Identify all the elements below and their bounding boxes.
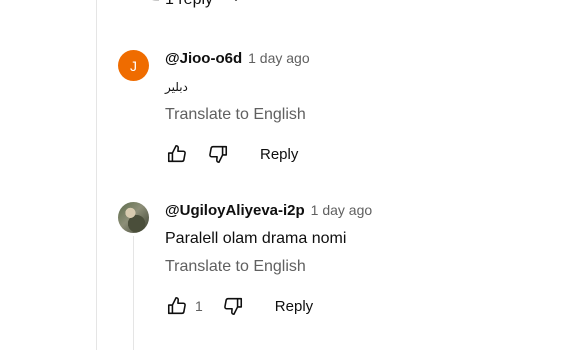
reply-thread-line: [133, 236, 134, 350]
comment-body: @UgiloyAliyeva-i2p 1 day ago Paralell ol…: [165, 202, 558, 318]
comment-actions: Reply: [165, 142, 558, 166]
avatar[interactable]: J: [118, 50, 149, 81]
comment-text: Paralell olam drama nomi: [165, 230, 347, 247]
comment-actions: 1 Reply: [165, 294, 558, 318]
thumbs-up-icon: [167, 144, 186, 163]
avatar-letter: J: [130, 57, 137, 74]
reply-button[interactable]: Reply: [267, 298, 321, 315]
thread-connector: [148, 0, 159, 1]
translate-button[interactable]: Translate to English: [165, 106, 306, 124]
like-button[interactable]: [165, 294, 189, 318]
replies-toggle-button[interactable]: 1 reply: [165, 0, 247, 13]
comment-body: @Jioo-o6d 1 day ago دبلير Translate to E…: [165, 50, 558, 166]
like-count: 1: [195, 298, 203, 314]
thread-guide-line: [96, 0, 97, 350]
comment-timestamp[interactable]: 1 day ago: [311, 202, 373, 218]
replies-count-label: 1 reply: [165, 0, 213, 9]
like-button[interactable]: [165, 142, 189, 166]
comments-panel: 1 reply J @Jioo-o6d 1 day ago دبلير Tran…: [0, 0, 580, 350]
comment-author[interactable]: @Jioo-o6d: [165, 50, 242, 67]
previous-thread-replies: 1 reply: [148, 0, 247, 13]
chevron-down-icon: [225, 0, 247, 13]
comment-timestamp[interactable]: 1 day ago: [248, 50, 310, 66]
comment-author[interactable]: @UgiloyAliyeva-i2p: [165, 202, 305, 219]
thumbs-down-icon: [209, 145, 228, 164]
comment-header: @UgiloyAliyeva-i2p 1 day ago: [165, 202, 558, 224]
comment-header: @Jioo-o6d 1 day ago: [165, 50, 558, 72]
dislike-button[interactable]: [206, 142, 230, 166]
thumbs-up-icon: [167, 296, 186, 315]
thumbs-down-icon: [223, 297, 242, 316]
dislike-button[interactable]: [221, 294, 245, 318]
avatar[interactable]: [118, 202, 149, 233]
comment-text: دبلير: [165, 80, 188, 94]
reply-button[interactable]: Reply: [252, 146, 306, 163]
translate-button[interactable]: Translate to English: [165, 258, 306, 276]
